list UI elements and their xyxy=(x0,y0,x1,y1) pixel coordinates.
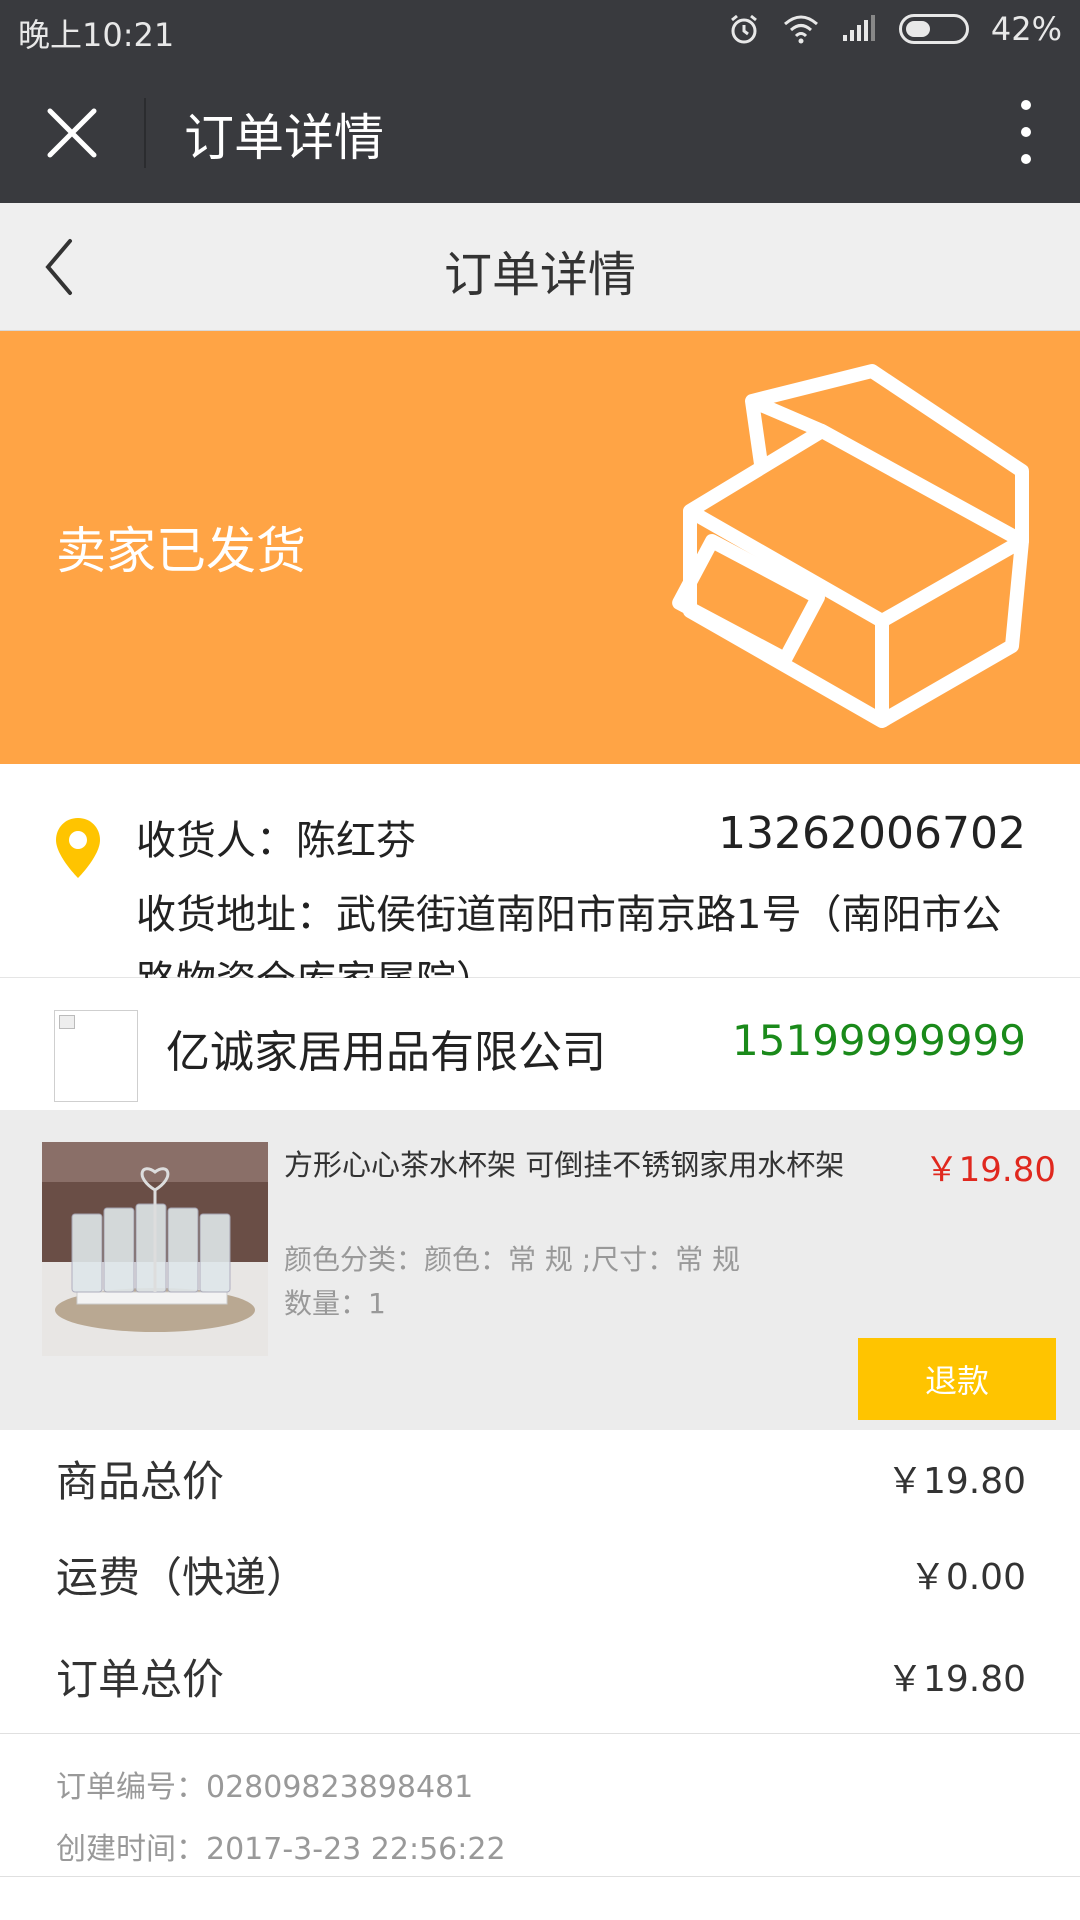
order-total-value: ￥19.80 xyxy=(886,1659,1026,1700)
status-bar: 晚上10:21 42% xyxy=(0,0,1080,60)
receiver-name: 收货人：陈红芬 xyxy=(136,818,416,864)
signal-icon xyxy=(841,15,877,43)
battery-percent: 42% xyxy=(990,10,1062,48)
order-total-row: 订单总价 ￥19.80 xyxy=(0,1628,1080,1718)
shipping-value: ￥0.00 xyxy=(909,1557,1026,1598)
goods-total-label: 商品总价 xyxy=(56,1457,225,1506)
goods-total-row: 商品总价 ￥19.80 xyxy=(0,1430,1080,1520)
wifi-icon xyxy=(783,14,819,44)
seller-logo xyxy=(54,1010,138,1102)
seller-phone[interactable]: 15199999999 xyxy=(732,1016,1026,1065)
created-time: 创建时间：2017-3-23 22:56:22 xyxy=(56,1832,506,1867)
shipping-row: 运费（快递） ￥0.00 xyxy=(0,1526,1080,1616)
package-box-icon xyxy=(672,361,1032,731)
shipping-address: 收货人：陈红芬 13262006702 收货地址：武侯街道南阳市南京路1号（南阳… xyxy=(0,764,1080,1004)
product-spec: 颜色分类：颜色：常 规 ;尺寸：常 规 xyxy=(284,1243,741,1276)
seller-row[interactable]: 亿诚家居用品有限公司 15199999999 xyxy=(0,978,1080,1110)
order-number: 订单编号：02809823898481 xyxy=(56,1770,474,1805)
product-name: 方形心心茶水杯架 可倒挂不锈钢家用水杯架 xyxy=(284,1148,845,1182)
totals-divider xyxy=(0,1733,1080,1734)
goods-total-value: ￥19.80 xyxy=(886,1461,1026,1502)
order-status: 卖家已发货 xyxy=(56,522,306,580)
product-price: ￥19.80 xyxy=(924,1150,1056,1190)
order-total-label: 订单总价 xyxy=(56,1655,225,1704)
receiver-phone: 13262006702 xyxy=(718,808,1026,859)
battery-icon xyxy=(898,14,969,44)
product-item[interactable]: 方形心心茶水杯架 可倒挂不锈钢家用水杯架 ￥19.80 颜色分类：颜色：常 规 … xyxy=(0,1110,1080,1430)
shipping-label: 运费（快递） xyxy=(56,1553,309,1602)
more-icon[interactable] xyxy=(1016,100,1036,164)
alarm-icon xyxy=(727,12,761,46)
app-bar-divider xyxy=(144,98,146,168)
status-time: 晚上10:21 xyxy=(18,16,175,54)
page-title: 订单详情 xyxy=(443,247,636,303)
status-icons: 42% xyxy=(705,10,1062,48)
bottom-divider xyxy=(0,1876,1080,1877)
app-bar: 订单详情 xyxy=(0,60,1080,203)
location-pin-icon xyxy=(54,816,102,880)
product-quantity: 数量：1 xyxy=(284,1287,386,1320)
app-title: 订单详情 xyxy=(184,109,384,167)
product-image xyxy=(42,1142,268,1356)
close-icon[interactable] xyxy=(44,105,100,161)
seller-name: 亿诚家居用品有限公司 xyxy=(166,1027,606,1078)
refund-button[interactable]: 退款 xyxy=(858,1338,1056,1420)
order-status-banner: 卖家已发货 xyxy=(0,331,1080,764)
page-nav: 订单详情 xyxy=(0,203,1080,331)
battery-level xyxy=(905,21,930,37)
